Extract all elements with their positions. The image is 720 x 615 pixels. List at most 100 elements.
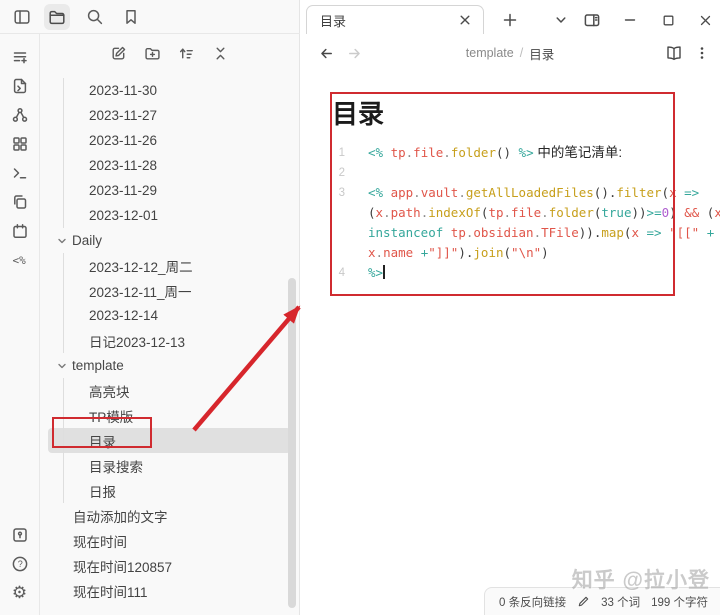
new-note-icon[interactable]	[110, 44, 128, 62]
tree-file-高亮块[interactable]: 高亮块	[48, 378, 291, 403]
code-text: <% tp.file.folder() %> 中的笔记清单:	[368, 143, 622, 163]
editor-pane: 目录	[300, 0, 720, 615]
tree-file-现在时间[interactable]: 现在时间	[48, 528, 291, 553]
tree-file-目录[interactable]: 目录	[48, 428, 291, 453]
grid-icon[interactable]	[11, 135, 29, 153]
code-line: 2	[300, 163, 720, 183]
tree-item-label: 目录	[89, 431, 116, 451]
tree-file-自动添加的文字[interactable]: 自动添加的文字	[48, 503, 291, 528]
tab-list-chevron-button[interactable]	[549, 8, 573, 32]
file-explorer-tab-button[interactable]	[44, 4, 70, 30]
new-folder-icon[interactable]	[144, 44, 162, 62]
tree-file-日报[interactable]: 日报	[48, 478, 291, 503]
tab-close-icon[interactable]	[456, 11, 474, 29]
code-line: (x.path.indexOf(tp.file.folder(true))>=0…	[300, 203, 720, 223]
tab-title: 目录	[320, 11, 346, 30]
note-title[interactable]: 目录	[332, 94, 720, 131]
split-layout-button[interactable]	[580, 8, 604, 32]
backlinks-count[interactable]: 0 条反向链接	[499, 594, 566, 610]
minimize-button[interactable]	[618, 8, 642, 32]
tree-file-2023-12-11_周一[interactable]: 2023-12-11_周一	[48, 278, 291, 303]
code-text: %>	[368, 263, 385, 283]
list-plus-icon[interactable]	[11, 48, 29, 66]
svg-text:?: ?	[17, 559, 22, 569]
left-header	[0, 0, 300, 34]
tree-item-label: 现在时间120857	[73, 556, 172, 576]
tree-item-label: 2023-11-29	[89, 183, 157, 198]
tree-item-label: 2023-11-27	[89, 108, 157, 123]
tree-item-label: 现在时间111	[73, 581, 148, 601]
tree-item-label: Daily	[72, 233, 102, 248]
watermark: 知乎 @拉小登	[572, 564, 710, 594]
sidebar-scrollbar[interactable]	[288, 278, 296, 608]
line-number	[300, 223, 345, 243]
terminal-icon[interactable]	[11, 164, 29, 182]
line-number: 2	[300, 163, 345, 183]
calendar-icon[interactable]	[11, 222, 29, 240]
char-count[interactable]: 199 个字符	[651, 594, 708, 610]
new-tab-button[interactable]	[498, 8, 522, 32]
word-count[interactable]: 33 个词	[601, 594, 640, 610]
breadcrumb-file[interactable]: 目录	[529, 44, 554, 63]
tree-item-label: 2023-11-28	[89, 158, 157, 173]
tree-file-2023-12-14[interactable]: 2023-12-14	[48, 303, 291, 328]
folder-icon	[48, 8, 66, 26]
tree-item-label: 2023-12-14	[89, 308, 158, 323]
tree-file-TP模版[interactable]: TP模版	[48, 403, 291, 428]
tree-file-目录搜索[interactable]: 目录搜索	[48, 453, 291, 478]
collapse-all-icon[interactable]	[212, 44, 230, 62]
tree-file-2023-11-30[interactable]: 2023-11-30	[48, 78, 291, 103]
settings-gear-icon[interactable]: ⚙	[11, 584, 29, 602]
chevron-down-icon	[57, 236, 67, 246]
sidebar-toggle-button[interactable]	[9, 4, 35, 30]
code-line: x.name +"]]").join("\n")	[300, 243, 720, 263]
bookmarks-tab-button[interactable]	[118, 4, 144, 30]
tree-folder-template[interactable]: template	[48, 353, 291, 378]
window-close-button[interactable]	[693, 8, 717, 32]
reading-mode-icon[interactable]	[662, 41, 686, 65]
line-number	[300, 243, 345, 263]
code-text: x.name +"]]").join("\n")	[368, 243, 549, 263]
maximize-button[interactable]	[656, 8, 680, 32]
breadcrumb-folder[interactable]: template	[466, 46, 514, 60]
tree-file-2023-11-29[interactable]: 2023-11-29	[48, 178, 291, 203]
graph-icon[interactable]	[11, 106, 29, 124]
tree-file-2023-11-27[interactable]: 2023-11-27	[48, 103, 291, 128]
search-tab-button[interactable]	[82, 4, 108, 30]
search-icon	[86, 8, 104, 26]
tree-item-label: 日报	[89, 481, 116, 501]
line-number: 1	[300, 143, 345, 163]
code-line: 3<% app.vault.getAllLoadedFiles().filter…	[300, 183, 720, 203]
note-editor[interactable]: 目录 1 <% tp.file.folder() %> 中的笔记清单: 23<% a…	[300, 72, 720, 585]
tree-file-现在时间111[interactable]: 现在时间111	[48, 578, 291, 603]
tree-file-2023-12-01[interactable]: 2023-12-01	[48, 203, 291, 228]
code-block[interactable]: 1 <% tp.file.folder() %> 中的笔记清单: 23<% app.…	[300, 143, 720, 283]
tab-active[interactable]: 目录	[306, 5, 484, 34]
tree-file-现在时间120857[interactable]: 现在时间120857	[48, 553, 291, 578]
code-line: 1 <% tp.file.folder() %> 中的笔记清单:	[300, 143, 720, 163]
file-import-icon[interactable]	[11, 77, 29, 95]
tree-item-label: 自动添加的文字	[73, 506, 168, 526]
tree-item-label: 2023-12-01	[89, 208, 158, 223]
copy-icon[interactable]	[11, 193, 29, 211]
code-text: instanceof tp.obsidian.TFile)).map(x => …	[368, 223, 714, 243]
code-line: instanceof tp.obsidian.TFile)).map(x => …	[300, 223, 720, 243]
more-options-icon[interactable]	[690, 41, 714, 65]
tree-file-2023-11-26[interactable]: 2023-11-26	[48, 128, 291, 153]
tree-file-日记2023-12-13[interactable]: 日记2023-12-13	[48, 328, 291, 353]
svg-text:<%: <%	[12, 254, 26, 267]
ribbon: <% ? ⚙	[0, 34, 40, 615]
tree-file-2023-11-28[interactable]: 2023-11-28	[48, 153, 291, 178]
tree-item-label: 2023-11-30	[89, 83, 157, 98]
templater-icon[interactable]: <%	[11, 251, 29, 269]
tree-file-2023-12-12_周二[interactable]: 2023-12-12_周二	[48, 253, 291, 278]
line-number: 3	[300, 183, 345, 203]
breadcrumb-separator: /	[520, 46, 523, 60]
sort-icon[interactable]	[178, 44, 196, 62]
vault-switcher-icon[interactable]	[11, 526, 29, 544]
text-cursor	[383, 265, 385, 279]
help-icon[interactable]: ?	[11, 555, 29, 573]
code-line: 4%>	[300, 263, 720, 283]
tree-item-label: TP模版	[89, 406, 133, 426]
tree-folder-Daily[interactable]: Daily	[48, 228, 291, 253]
